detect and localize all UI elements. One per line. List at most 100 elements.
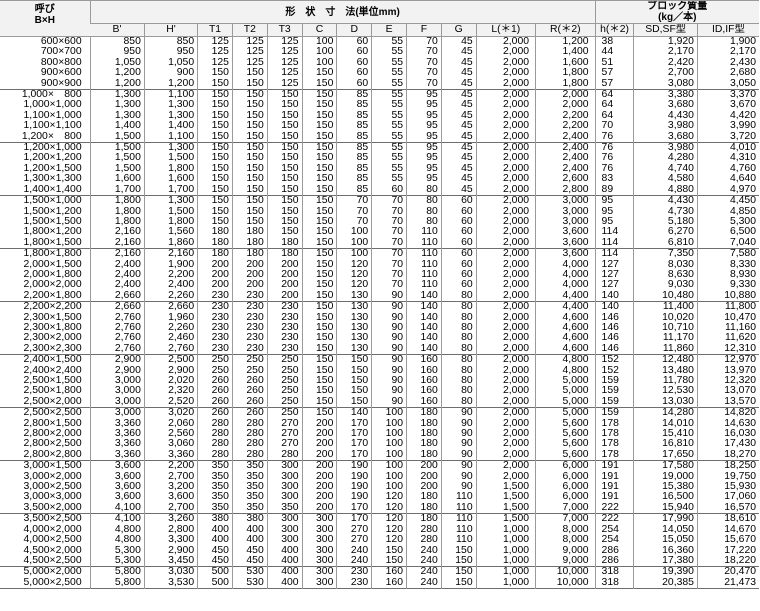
cell-f: 180	[406, 418, 442, 430]
cell-b-prime: 950	[89, 47, 145, 58]
cell-t2: 450	[231, 545, 268, 556]
cell-h: 146	[594, 333, 634, 344]
cell-l: 2,000	[475, 110, 536, 122]
table-row: 4,500×2,000 5,300 2,900 450 450 400 300 240 150 2…	[0, 545, 759, 556]
cell-f: 180	[406, 513, 442, 525]
cell-t2: 350	[231, 492, 268, 503]
cell-d: 130	[336, 343, 372, 355]
cell-nominal-size: 3,000×1,500	[0, 460, 91, 472]
cell-e: 100	[371, 407, 407, 419]
cell-c: 200	[301, 429, 337, 440]
cell-h: 140	[594, 290, 634, 302]
cell-d: 230	[336, 577, 372, 589]
cell-g: 45	[440, 121, 477, 132]
cell-sd-sf-mass: 10,710	[633, 322, 698, 334]
cell-g: 80	[440, 333, 477, 344]
table-row: 3,500×2,000 4,100 2,700 350 350 350 200 170 120 1…	[0, 502, 759, 514]
cell-c: 100	[301, 36, 337, 48]
cell-r: 4,000	[535, 280, 596, 291]
cell-e: 120	[371, 513, 407, 525]
cell-t1: 380	[197, 513, 233, 525]
table-row: 1,100×1,000 1,300 1,300 150 150 150 150 85 55 95 4…	[0, 110, 759, 122]
table-row: 1,500×1,000 1,800 1,300 150 150 150 150 70 70 80 6…	[0, 195, 759, 207]
cell-nominal-size: 1,000× 800	[0, 89, 91, 101]
cell-t2: 125	[231, 36, 268, 48]
cell-g: 90	[440, 449, 477, 461]
cell-nominal-size: 2,000×2,000	[23, 280, 82, 291]
cell-sd-sf-mass: 6,270	[633, 227, 698, 238]
cell-h-prime: 2,660	[143, 301, 198, 313]
cell-h: 89	[594, 184, 634, 196]
block-mass-group-header: ブロック質量 (kg／本)	[594, 0, 759, 24]
table-row: 2,800×2,500 3,360 3,060 280 280 270 200 170 100 1…	[0, 439, 759, 450]
cell-h: 159	[594, 407, 634, 419]
cell-d: 150	[336, 365, 372, 376]
cell-l: 2,000	[475, 47, 536, 58]
cell-nominal-size: 1,100×1,100	[23, 121, 82, 132]
cell-t3: 150	[266, 121, 303, 132]
cell-g: 60	[440, 237, 477, 249]
cell-id-if-mass: 11,800	[696, 301, 759, 313]
cell-h-prime: 2,900	[143, 545, 198, 556]
cell-id-if-mass: 14,820	[696, 407, 759, 419]
cell-t2: 150	[231, 184, 268, 196]
cell-f: 80	[406, 184, 442, 196]
cell-f: 95	[406, 153, 442, 164]
cell-c: 150	[301, 365, 337, 376]
cell-t2: 400	[231, 524, 268, 536]
cell-c: 150	[301, 248, 337, 260]
cell-l: 2,000	[475, 237, 536, 249]
cell-nominal-size: 800×800	[40, 57, 82, 68]
cell-c: 150	[301, 174, 337, 185]
cell-c: 150	[301, 376, 337, 387]
cell-b-prime: 3,000	[89, 407, 145, 419]
cell-nominal-size: 5,000×2,500	[23, 577, 82, 588]
cell-c: 150	[301, 396, 337, 408]
cell-c: 200	[301, 460, 337, 472]
cell-t2: 250	[231, 365, 268, 376]
cell-e: 55	[371, 57, 407, 69]
cell-t2: 180	[231, 237, 268, 249]
cell-h-prime: 1,500	[143, 153, 198, 164]
cell-c: 300	[301, 535, 337, 546]
cell-d: 70	[336, 206, 372, 217]
cell-b-prime: 1,200	[89, 78, 145, 90]
cell-t2: 260	[231, 376, 268, 387]
cell-h: 286	[594, 555, 634, 567]
cell-id-if-mass: 2,680	[696, 68, 759, 79]
column-header-d: D	[336, 23, 372, 37]
cell-l: 1,500	[475, 492, 536, 503]
cell-t3: 230	[266, 322, 303, 334]
cell-id-if-mass: 16,030	[696, 429, 759, 440]
cell-e: 55	[371, 163, 407, 175]
cell-r: 7,000	[535, 513, 596, 525]
cell-b-prime: 3,360	[89, 418, 145, 430]
cell-c: 150	[301, 184, 337, 196]
cell-h: 191	[594, 471, 634, 483]
cell-h: 76	[594, 153, 634, 164]
cell-c: 150	[301, 68, 337, 79]
cell-t2: 200	[231, 269, 268, 281]
cell-t2: 260	[231, 407, 268, 419]
cell-e: 100	[371, 418, 407, 430]
cell-id-if-mass: 15,670	[696, 535, 759, 546]
cell-id-if-mass: 13,570	[696, 396, 759, 408]
cell-f: 95	[406, 174, 442, 185]
cell-l: 2,000	[475, 429, 536, 440]
cell-t1: 180	[197, 227, 233, 238]
cell-nominal-size: 2,500×2,000	[23, 396, 82, 407]
cell-h-prime: 2,900	[143, 365, 198, 376]
cell-b-prime: 4,100	[89, 513, 145, 525]
cell-t3: 250	[266, 396, 303, 408]
cell-h: 159	[594, 376, 634, 387]
cell-d: 270	[336, 535, 372, 546]
cell-b-prime: 4,100	[89, 502, 145, 514]
cell-t3: 400	[266, 577, 303, 589]
cell-nominal-size: 700×700	[40, 47, 82, 58]
cell-h: 222	[594, 502, 634, 514]
cell-t1: 280	[197, 429, 233, 440]
cell-id-if-mass: 14,630	[696, 418, 759, 430]
cell-h-prime: 1,100	[143, 131, 198, 143]
cell-t1: 230	[197, 301, 233, 313]
cell-b-prime: 3,360	[89, 449, 145, 461]
